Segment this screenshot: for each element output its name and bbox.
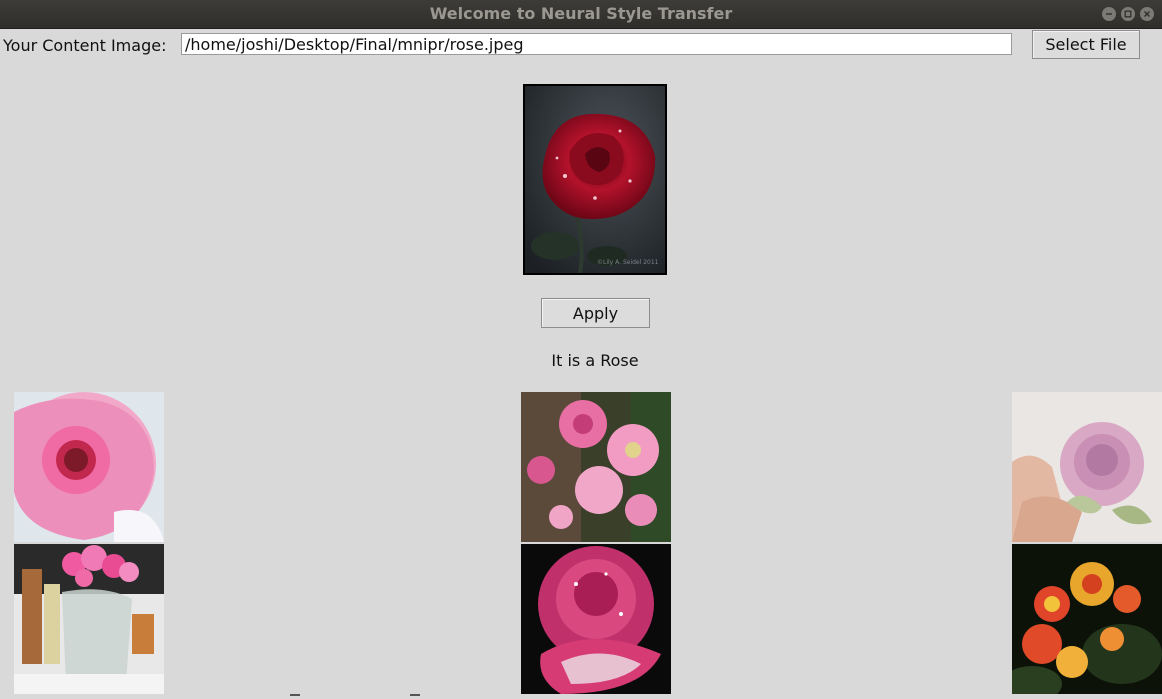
classification-result: It is a Rose	[551, 351, 639, 370]
pale-pink-rose-in-hand-image	[1012, 392, 1162, 542]
gallery-thumb-1[interactable]	[14, 392, 164, 542]
orange-red-roses-image	[1012, 544, 1162, 694]
gallery-thumb-3[interactable]	[1012, 392, 1162, 542]
red-rose-image: ©Lily A. Seidel 2011	[525, 86, 665, 273]
gallery-thumb-6[interactable]	[1012, 544, 1162, 694]
select-file-button[interactable]: Select File	[1032, 30, 1140, 59]
photo-watermark: ©Lily A. Seidel 2011	[597, 259, 659, 266]
dewy-pink-rose-image	[521, 544, 671, 694]
close-icon[interactable]	[1140, 7, 1154, 21]
maximize-icon[interactable]	[1121, 7, 1135, 21]
pink-rose-closeup-image	[14, 392, 164, 542]
content-image-label: Your Content Image:	[3, 36, 167, 55]
gallery-thumb-5[interactable]	[521, 544, 671, 694]
minimize-icon[interactable]	[1102, 7, 1116, 21]
content-image-preview: ©Lily A. Seidel 2011	[523, 84, 667, 275]
window-titlebar: Welcome to Neural Style Transfer	[0, 0, 1162, 29]
clipped-widgets	[290, 694, 490, 699]
pink-roses-bush-image	[521, 392, 671, 542]
content-image-path-input[interactable]	[181, 33, 1012, 55]
roses-in-glass-vase-image	[14, 544, 164, 694]
gallery-thumb-4[interactable]	[14, 544, 164, 694]
apply-button[interactable]: Apply	[541, 298, 650, 328]
window-title: Welcome to Neural Style Transfer	[429, 4, 733, 23]
gallery-thumb-2[interactable]	[521, 392, 671, 542]
